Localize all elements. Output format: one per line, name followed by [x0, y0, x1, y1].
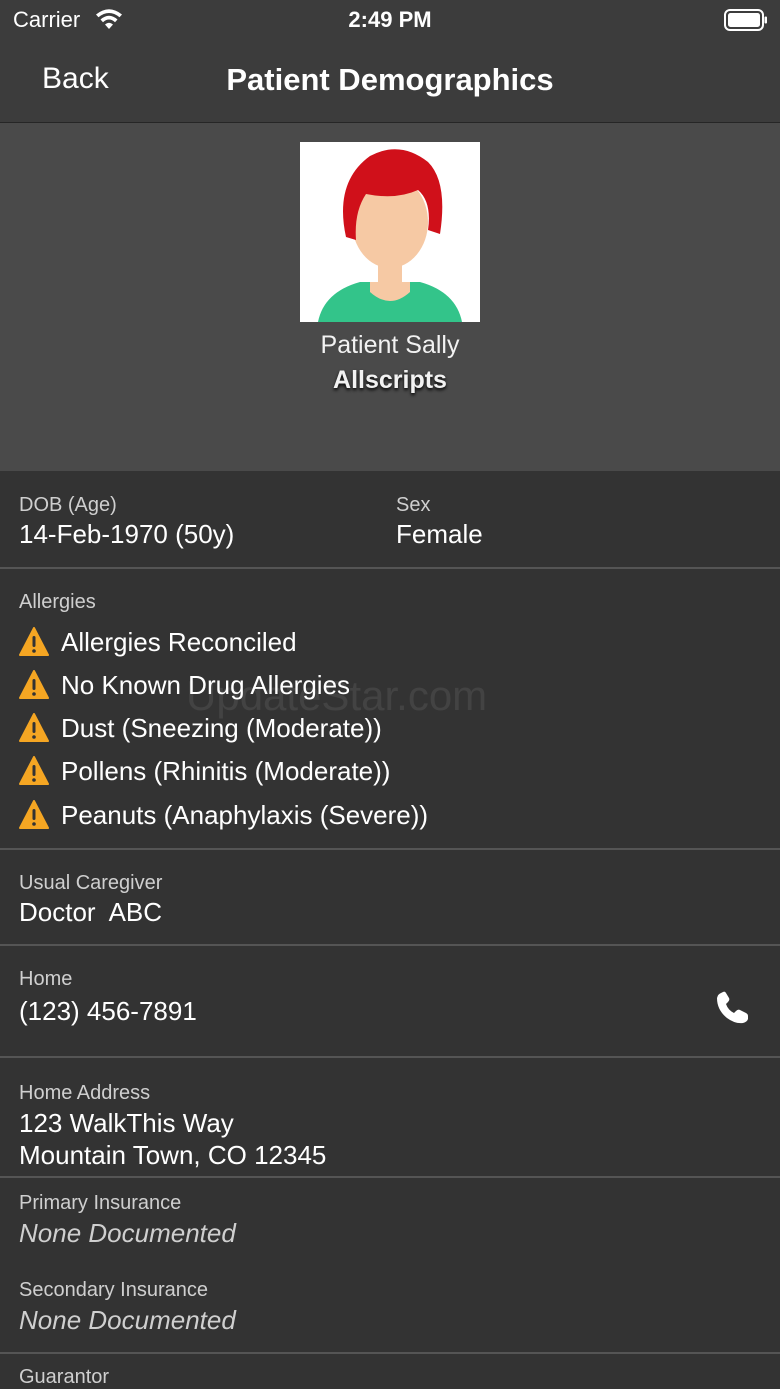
warning-icon	[19, 756, 49, 785]
caregiver-label: Usual Caregiver	[19, 872, 163, 894]
allergies-label: Allergies	[19, 591, 96, 613]
allergy-text: Peanuts (Anaphylaxis (Severe))	[61, 800, 429, 830]
home-phone-row[interactable]: Home (123) 456-7891	[0, 944, 780, 1058]
insurance-section: Primary Insurance None Documented Second…	[0, 1176, 780, 1354]
patient-organization: Allscripts	[333, 366, 447, 394]
primary-insurance-value: None Documented	[19, 1218, 236, 1248]
address-label: Home Address	[19, 1082, 151, 1104]
status-bar: Carrier 2:49 PM	[0, 0, 780, 42]
sex-label: Sex	[396, 494, 431, 516]
caregiver-row: Usual Caregiver Doctor ABC	[0, 848, 780, 946]
guarantor-row: Guarantor	[0, 1352, 780, 1389]
patient-avatar	[300, 142, 480, 322]
guarantor-label: Guarantor	[19, 1366, 110, 1388]
patient-header: Patient Sally Allscripts	[0, 123, 780, 471]
warning-icon	[19, 800, 49, 829]
page-title: Patient Demographics	[226, 62, 554, 97]
clock: 2:49 PM	[348, 7, 432, 32]
battery-icon	[724, 9, 767, 31]
warning-icon	[19, 627, 49, 656]
address-line2: Mountain Town, CO 12345	[19, 1140, 327, 1170]
dob-sex-row: DOB (Age) 14-Feb-1970 (50y) Sex Female	[0, 471, 780, 567]
address-line1: 123 WalkThis Way	[19, 1108, 234, 1138]
caregiver-value: Doctor ABC	[19, 897, 163, 927]
home-phone-value: (123) 456-7891	[19, 996, 197, 1026]
sex-value: Female	[396, 519, 483, 549]
phone-icon[interactable]	[714, 990, 750, 1026]
secondary-insurance-label: Secondary Insurance	[19, 1279, 209, 1301]
allergy-text: Allergies Reconciled	[61, 627, 297, 657]
dob-value: 14-Feb-1970 (50y)	[19, 519, 235, 549]
patient-name: Patient Sally	[320, 331, 460, 359]
warning-icon	[19, 670, 49, 699]
address-row: Home Address 123 WalkThis Way Mountain T…	[0, 1056, 780, 1178]
watermark: UpdateStar.com	[186, 672, 488, 719]
allergy-text: Pollens (Rhinitis (Moderate))	[61, 756, 391, 786]
home-phone-label: Home	[19, 968, 73, 990]
navigation-bar: Back Patient Demographics	[0, 42, 780, 123]
dob-label: DOB (Age)	[19, 494, 117, 516]
primary-insurance-label: Primary Insurance	[19, 1192, 182, 1214]
warning-icon	[19, 713, 49, 742]
secondary-insurance-value: None Documented	[19, 1305, 236, 1335]
